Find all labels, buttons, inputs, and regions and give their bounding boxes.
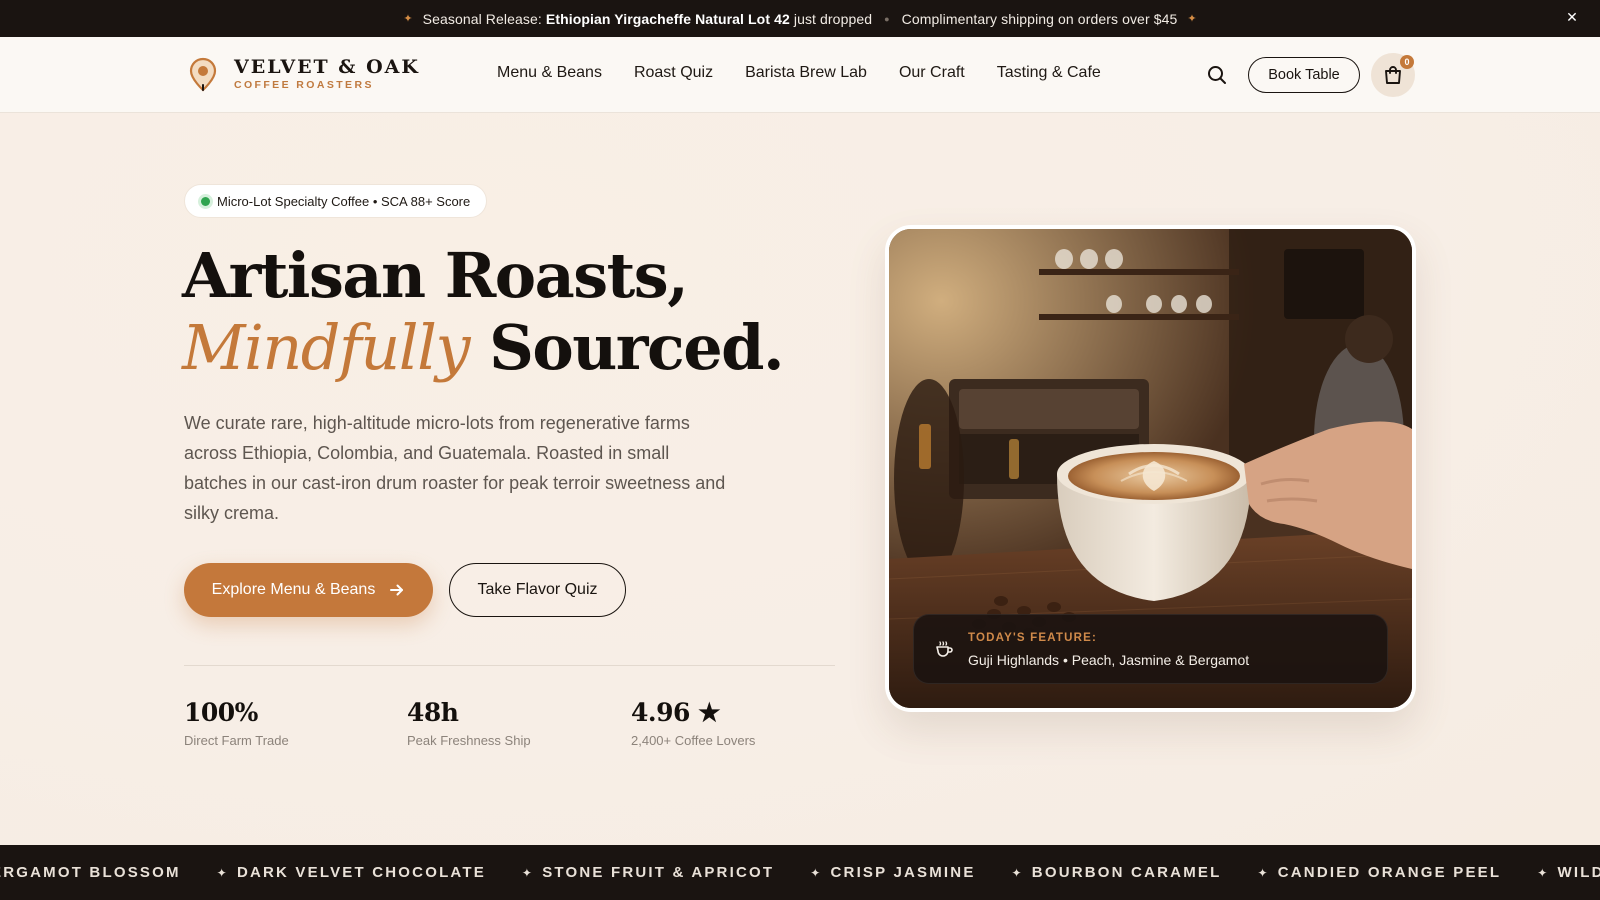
hero-title-line1: Artisan Roasts, bbox=[182, 239, 689, 312]
nav-item-barista-brew-lab[interactable]: Barista Brew Lab bbox=[745, 64, 867, 82]
stat-direct-trade: 100% Direct Farm Trade bbox=[184, 698, 289, 748]
nav-item-roast-quiz[interactable]: Roast Quiz bbox=[634, 64, 713, 82]
marquee-item: ✦ DARK VELVET CHOCOLATE bbox=[217, 864, 486, 881]
badge-label: Micro-Lot Specialty Coffee • SCA 88+ Sco… bbox=[217, 193, 471, 209]
announcement-highlight: Ethiopian Yirgacheffe Natural Lot 42 bbox=[545, 10, 790, 27]
logo-pin-icon[interactable] bbox=[188, 57, 218, 93]
marquee-item: ✦ WILD BLUEBERRY bbox=[1537, 864, 1600, 881]
hero-description: We curate rare, high-altitude micro-lots… bbox=[184, 413, 726, 523]
marquee-item: ✦ CRISP JASMINE bbox=[810, 864, 975, 881]
marquee-text: ERGAMOT BLOSSOM bbox=[0, 864, 181, 881]
hero-photo-card: TODAY'S FEATURE: Guji Highlands • Peach,… bbox=[885, 225, 1416, 712]
marquee-text: CRISP JASMINE bbox=[830, 864, 976, 881]
brand-name[interactable]: VELVET & OAK bbox=[234, 56, 420, 78]
stat-freshness: 48h Peak Freshness Ship bbox=[407, 698, 531, 748]
marquee-text: DARK VELVET CHOCOLATE bbox=[236, 864, 486, 881]
announcement-prefix: Seasonal Release: bbox=[422, 10, 542, 27]
cart-button[interactable]: 0 bbox=[1371, 53, 1415, 97]
todays-feature-card: TODAY'S FEATURE: Guji Highlands • Peach,… bbox=[913, 614, 1388, 684]
stat-rating: 4.96 ★ 2,400+ Coffee Lovers bbox=[631, 698, 755, 748]
feature-value: Guji Highlands • Peach, Jasmine & Bergam… bbox=[968, 652, 1250, 668]
stat-label: 2,400+ Coffee Lovers bbox=[631, 733, 756, 748]
star-icon: ✦ bbox=[1011, 865, 1024, 880]
stat-value: 100% bbox=[184, 698, 258, 727]
announcement-bar: ✦ Seasonal Release: Ethiopian Yirgacheff… bbox=[0, 0, 1600, 37]
marquee-text: BOURBON CARAMEL bbox=[1031, 864, 1222, 881]
stat-value: 48h bbox=[407, 698, 459, 727]
stat-label: Direct Farm Trade bbox=[184, 733, 289, 748]
feature-label: TODAY'S FEATURE: bbox=[968, 632, 1098, 644]
star-icon: ✦ bbox=[1257, 865, 1270, 880]
marquee-item: ERGAMOT BLOSSOM bbox=[0, 864, 181, 881]
nav-item-our-craft[interactable]: Our Craft bbox=[899, 64, 965, 82]
brand-tagline: COFFEE ROASTERS bbox=[234, 79, 374, 91]
separator-dot: ● bbox=[884, 13, 890, 24]
search-icon[interactable] bbox=[1206, 64, 1228, 86]
hero-title-line2: Sourced. bbox=[489, 311, 785, 384]
coffee-cup-icon bbox=[936, 641, 953, 657]
main-nav: Menu & Beans Roast Quiz Barista Brew Lab… bbox=[497, 64, 1133, 82]
marquee-track: ERGAMOT BLOSSOM ✦ DARK VELVET CHOCOLATE ✦… bbox=[0, 845, 1600, 900]
cafe-latte-photo: TODAY'S FEATURE: Guji Highlands • Peach,… bbox=[889, 229, 1412, 708]
announcement-shipping: Complimentary shipping on orders over $4… bbox=[901, 10, 1178, 27]
nav-item-tasting-cafe[interactable]: Tasting & Cafe bbox=[997, 64, 1101, 82]
flavor-quiz-button[interactable]: Take Flavor Quiz bbox=[449, 563, 626, 617]
status-dot-icon bbox=[201, 197, 210, 206]
marquee-text: STONE FRUIT & APRICOT bbox=[542, 864, 775, 881]
marquee-item: ✦ CANDIED ORANGE PEEL bbox=[1257, 864, 1501, 881]
book-table-button[interactable]: Book Table bbox=[1248, 57, 1360, 93]
star-icon: ✦ bbox=[810, 865, 823, 880]
stats-divider bbox=[184, 665, 835, 666]
sparkle-icon: ✦ bbox=[403, 13, 413, 25]
quality-badge: Micro-Lot Specialty Coffee • SCA 88+ Sco… bbox=[184, 184, 488, 218]
hero-title: Artisan Roasts, Mindfully Sourced. bbox=[182, 239, 785, 384]
explore-menu-label: Explore Menu & Beans bbox=[211, 581, 376, 598]
arrow-right-icon bbox=[390, 584, 404, 596]
shopping-bag-icon bbox=[1385, 66, 1401, 84]
nav-item-menu-beans[interactable]: Menu & Beans bbox=[497, 64, 602, 82]
stat-value: 4.96 ★ bbox=[631, 698, 721, 727]
marquee-item: ✦ STONE FRUIT & APRICOT bbox=[522, 864, 774, 881]
site-header: VELVET & OAK COFFEE ROASTERS Menu & Bean… bbox=[0, 37, 1600, 113]
star-icon: ✦ bbox=[1537, 865, 1550, 880]
flavor-notes-marquee: ERGAMOT BLOSSOM ✦ DARK VELVET CHOCOLATE ✦… bbox=[0, 845, 1600, 900]
marquee-text: WILD BLUEBERRY bbox=[1557, 864, 1600, 881]
stat-label: Peak Freshness Ship bbox=[407, 733, 531, 748]
cart-count-badge: 0 bbox=[1400, 55, 1414, 69]
sparkle-icon: ✦ bbox=[1187, 13, 1197, 25]
announcement-suffix: just dropped bbox=[793, 10, 873, 27]
star-icon: ✦ bbox=[216, 865, 229, 880]
hero-title-accent: Mindfully bbox=[182, 311, 471, 384]
close-icon[interactable]: ✕ bbox=[1566, 9, 1578, 26]
star-icon: ✦ bbox=[521, 865, 535, 880]
marquee-text: CANDIED ORANGE PEEL bbox=[1277, 864, 1502, 881]
explore-menu-button[interactable]: Explore Menu & Beans bbox=[184, 563, 433, 617]
marquee-item: ✦ BOURBON CARAMEL bbox=[1012, 864, 1222, 881]
